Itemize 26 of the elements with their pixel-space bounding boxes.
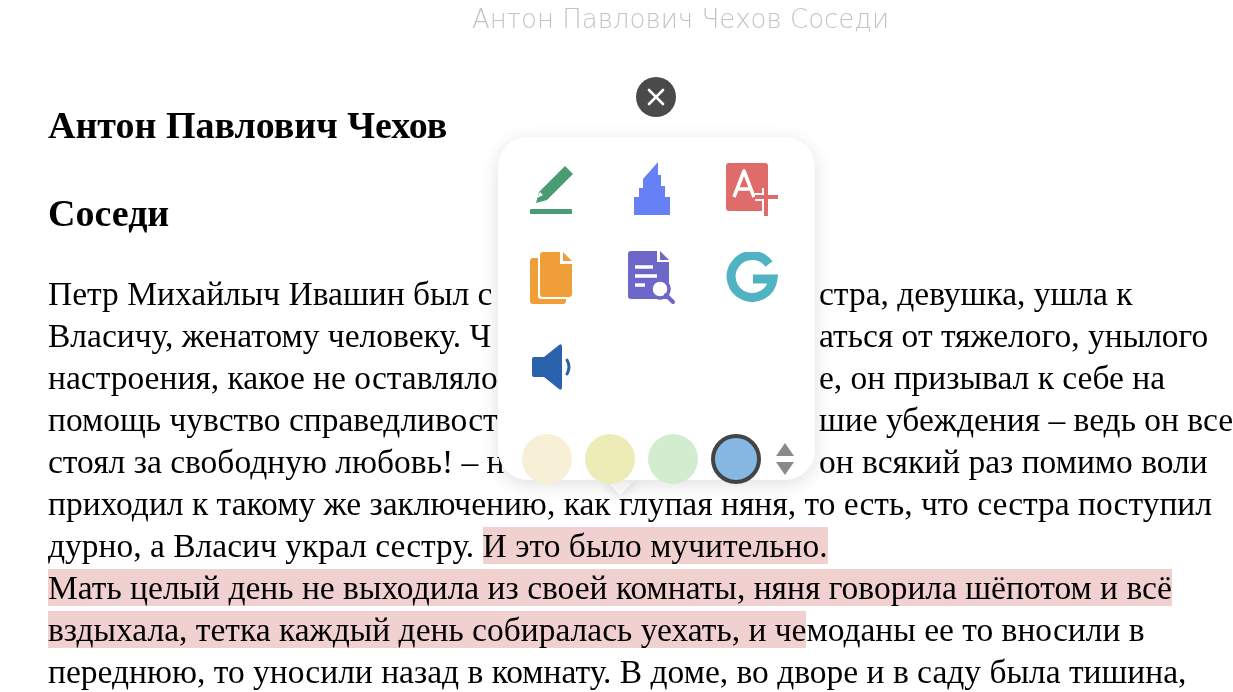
body-text: аться от тяжелого, унылого: [819, 317, 1209, 354]
highlighted-text: И это было мучительно.: [482, 527, 828, 564]
close-button[interactable]: [636, 77, 676, 117]
body-text: переднюю, то уносили назад в комнату. В доме, во дворе и в саду была тишина,: [48, 653, 1187, 690]
color-swatch[interactable]: [648, 434, 698, 484]
body-text: е, он призывал к себе на: [819, 359, 1166, 396]
body-text: дурно, а Власич украл сестру.: [48, 527, 476, 564]
body-text: моданы ее то вносили в: [806, 611, 1145, 648]
body-text: настроения, какое не оставляло: [48, 359, 498, 396]
highlighted-text: вздыхала, тетка каждый день собиралась уехать, и че: [48, 611, 807, 648]
color-swatch[interactable]: [711, 434, 761, 484]
author-heading: Антон Павлович Чехов: [48, 103, 448, 147]
body-text: шие убеждения – ведь он все: [819, 401, 1233, 438]
scroll-arrows-icon[interactable]: [776, 443, 794, 475]
body-text: приходил к такому же заключению, как глупая няня, то есть, что сестра поступил: [48, 485, 1212, 522]
close-icon: [646, 87, 666, 107]
color-swatch[interactable]: [585, 434, 635, 484]
story-heading: Соседи: [48, 191, 170, 235]
body-text: стра, девушка, ушла к: [819, 275, 1133, 312]
body-text: Петр Михайлыч Ивашин был с: [48, 275, 493, 312]
body-text: он всякий раз помимо воли: [819, 443, 1208, 480]
body-text: Власичу, женатому человеку. Ч: [48, 317, 492, 354]
highlighted-text: Мать целый день не выходила из своей комнаты, няня говорила шёпотом и всё: [48, 569, 1172, 606]
color-swatch[interactable]: [522, 434, 572, 484]
body-text: помощь чувство справедливост: [48, 401, 498, 438]
page-title: Антон Павлович Чехов Соседи: [471, 3, 890, 36]
